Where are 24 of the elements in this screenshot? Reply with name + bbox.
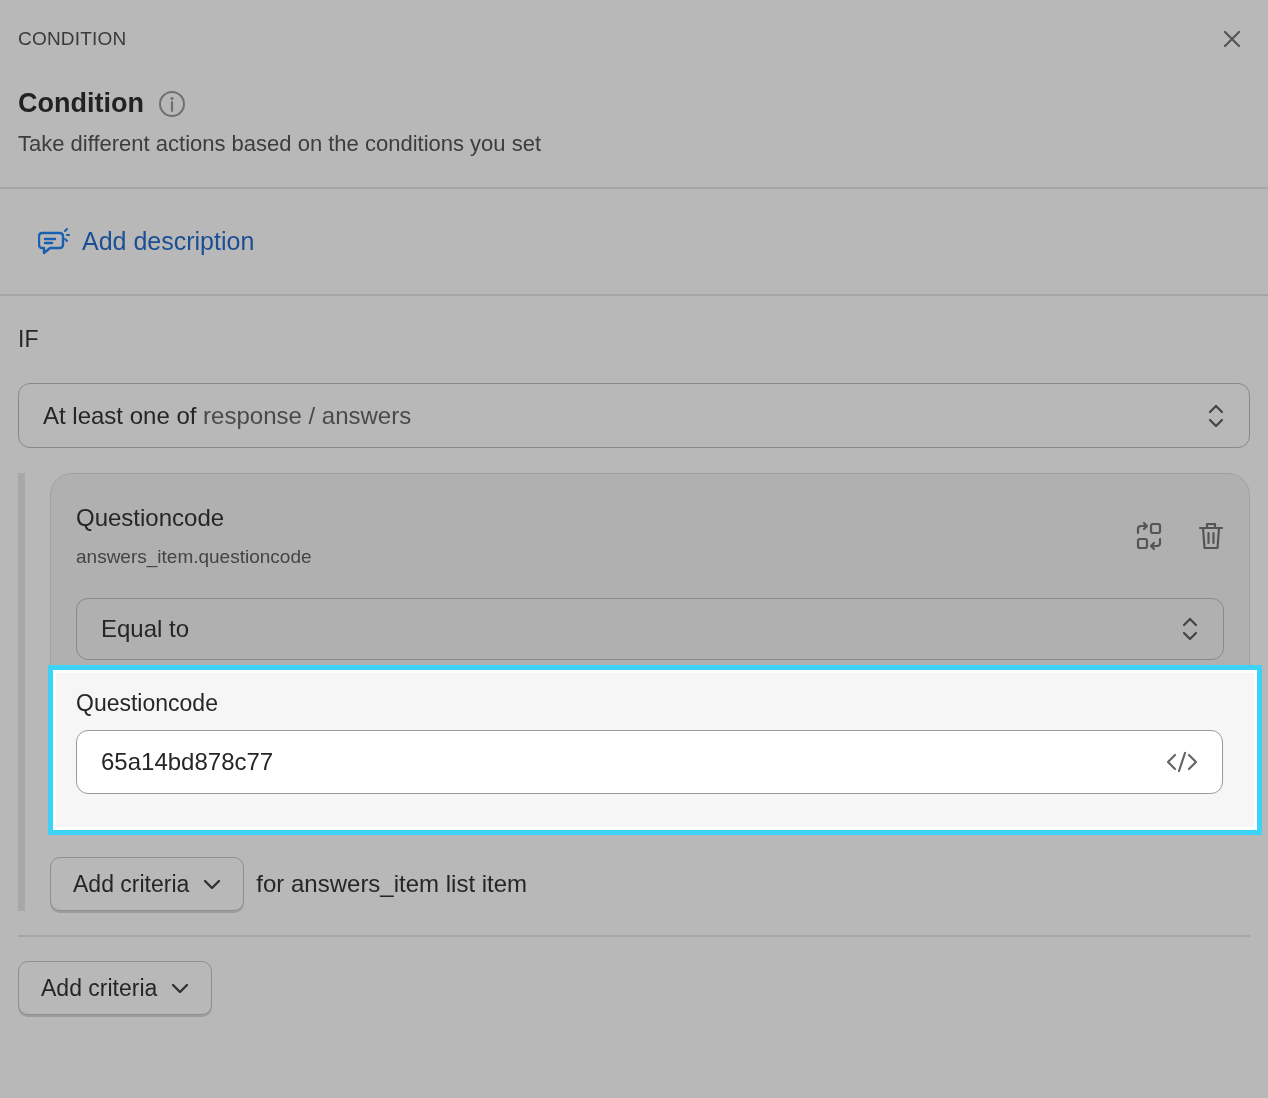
panel-title: Condition	[18, 88, 144, 119]
add-criteria-button[interactable]: Add criteria	[18, 961, 213, 1015]
info-icon[interactable]	[157, 89, 186, 118]
operator-select[interactable]: Equal to	[76, 598, 1224, 660]
panel-eyebrow: CONDITION	[18, 28, 127, 50]
field-label: Questioncode	[76, 690, 219, 717]
chevron-down-icon	[171, 982, 190, 994]
chevron-down-icon	[203, 878, 222, 890]
add-description-link[interactable]: Add description	[38, 227, 255, 256]
panel-subtitle: Take different actions based on the conditions you set	[18, 131, 543, 157]
chat-bubble-icon	[38, 227, 70, 256]
chevron-updown-icon	[1207, 402, 1225, 429]
value-input[interactable]: 65a14bd878c77	[76, 730, 1223, 794]
section-label: IF	[18, 326, 40, 353]
add-criteria-button[interactable]: Add criteria	[50, 857, 245, 911]
trash-icon[interactable]	[1198, 521, 1224, 551]
criterion-title: Questioncode	[76, 504, 226, 532]
add-criteria-scope: for answers_item list item	[256, 870, 528, 898]
swap-icon[interactable]	[1134, 521, 1164, 551]
criterion-path: answers_item.questioncode	[76, 546, 312, 568]
chevron-updown-icon	[1181, 616, 1199, 642]
scope-select[interactable]: At least one of response / answers	[18, 383, 1250, 448]
code-icon[interactable]	[1166, 750, 1198, 774]
close-icon[interactable]	[1222, 29, 1242, 49]
